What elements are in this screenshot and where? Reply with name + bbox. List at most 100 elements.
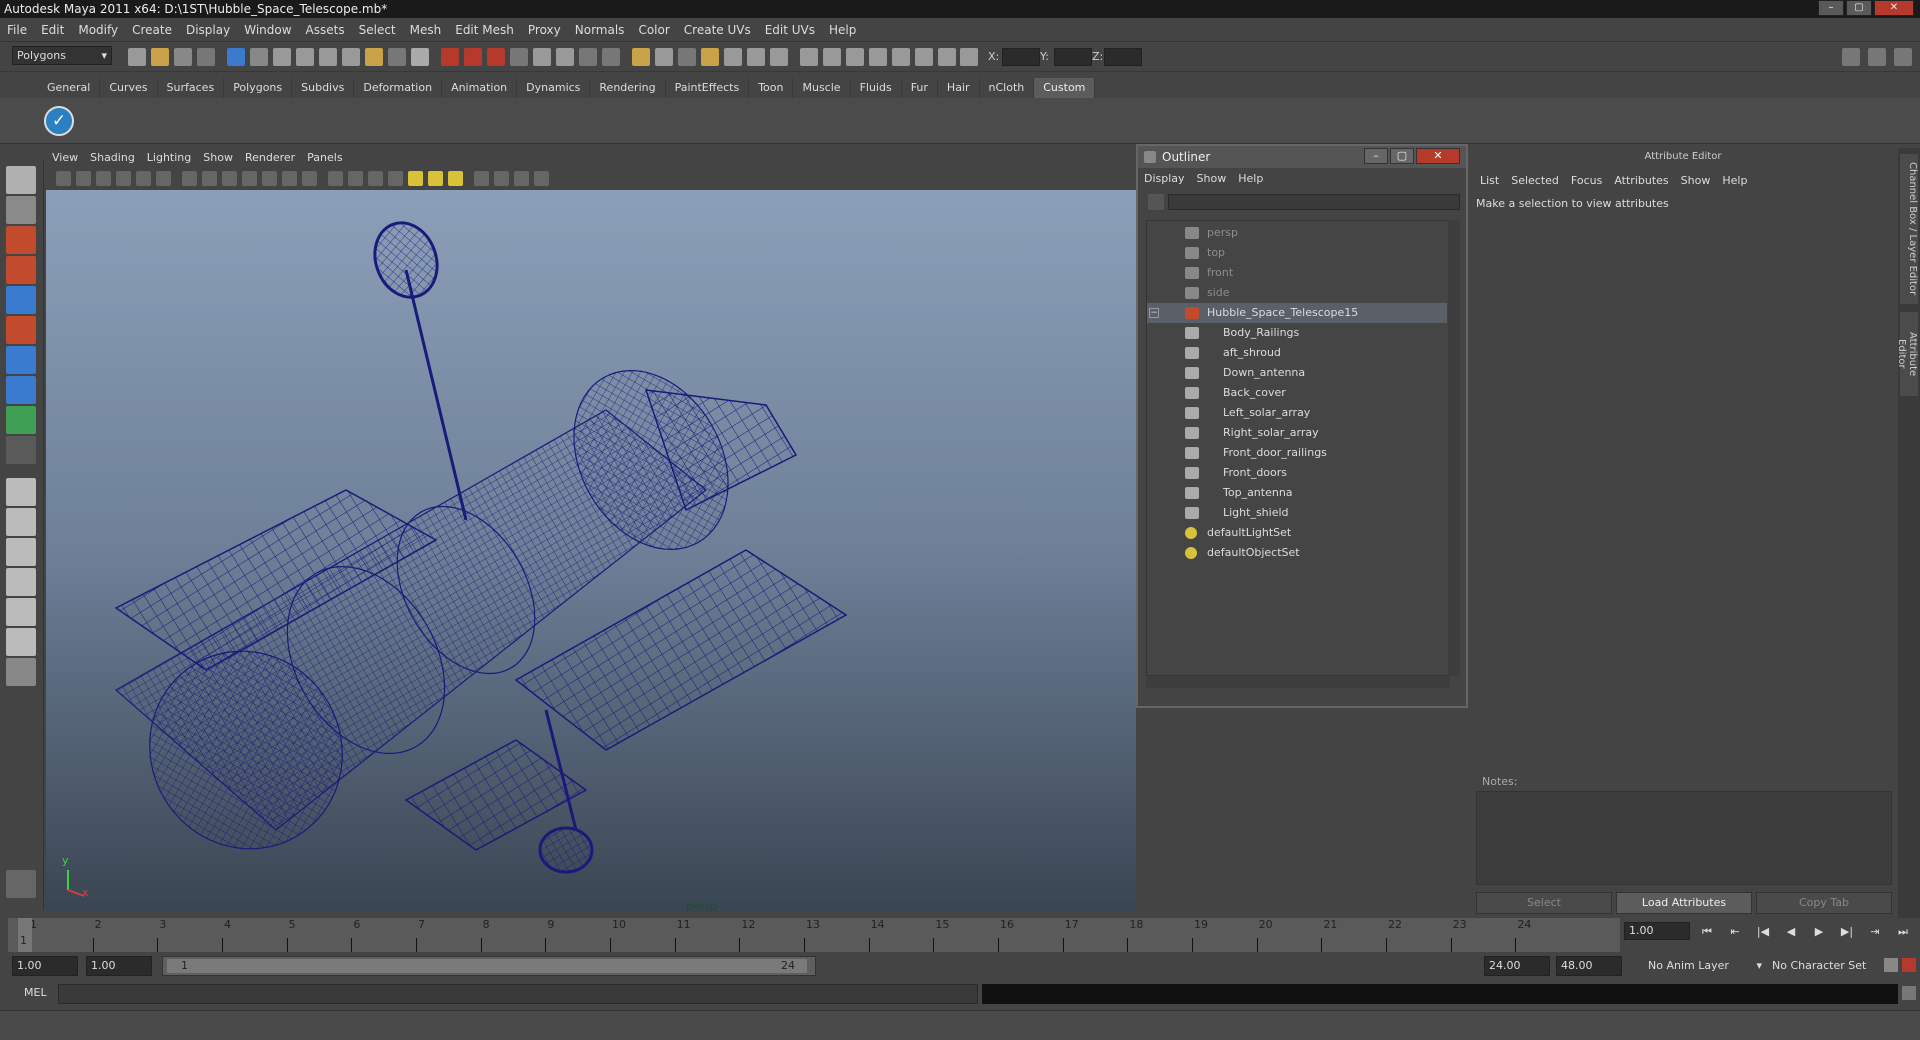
- outliner-item[interactable]: Back_cover: [1147, 383, 1447, 403]
- collapse-icon[interactable]: −: [1149, 308, 1159, 318]
- outliner-vertical-scrollbar[interactable]: [1448, 220, 1460, 676]
- attribute-menu-help[interactable]: Help: [1716, 172, 1753, 190]
- select-object-icon[interactable]: [227, 48, 245, 66]
- shelf-tab-surfaces[interactable]: Surfaces: [158, 78, 225, 98]
- viewport-menu-shading[interactable]: Shading: [84, 148, 141, 168]
- animation-preferences-icon[interactable]: [1902, 958, 1916, 972]
- load-attributes-button[interactable]: Load Attributes: [1616, 892, 1752, 914]
- shadows-icon[interactable]: [448, 171, 463, 186]
- select-hierarchy-icon[interactable]: [197, 48, 215, 66]
- x-input[interactable]: [1002, 48, 1040, 66]
- viewport-menu-renderer[interactable]: Renderer: [239, 148, 301, 168]
- menu-assets[interactable]: Assets: [299, 18, 352, 42]
- shelf-tab-general[interactable]: General: [38, 78, 101, 98]
- outliner-search-input[interactable]: [1168, 194, 1460, 210]
- paint-select-tool-icon[interactable]: [6, 226, 36, 254]
- hypershade-layout-icon[interactable]: [6, 598, 36, 626]
- play-forwards-icon[interactable]: ▶: [1810, 924, 1828, 940]
- channel-box-tab[interactable]: Channel Box / Layer Editor: [1900, 154, 1918, 304]
- render-icon[interactable]: [441, 48, 459, 66]
- step-forward-key-icon[interactable]: ⇥: [1866, 924, 1884, 940]
- outliner-item[interactable]: defaultLightSet: [1147, 523, 1447, 543]
- wire-icon[interactable]: [915, 48, 933, 66]
- attribute-menu-list[interactable]: List: [1474, 172, 1505, 190]
- minimize-icon[interactable]: –: [1818, 0, 1844, 16]
- resolution-gate-icon[interactable]: [222, 171, 237, 186]
- grid-icon[interactable]: [846, 48, 864, 66]
- attribute-menu-attributes[interactable]: Attributes: [1608, 172, 1674, 190]
- outliner-titlebar[interactable]: Outliner – ▢ ✕: [1138, 146, 1466, 168]
- make-live-icon[interactable]: [365, 48, 383, 66]
- menu-color[interactable]: Color: [631, 18, 676, 42]
- menu-create-uvs[interactable]: Create UVs: [677, 18, 758, 42]
- safe-title-icon[interactable]: [302, 171, 317, 186]
- soft-mod-icon[interactable]: [6, 376, 36, 404]
- select-camera-icon[interactable]: [56, 171, 71, 186]
- help-icon[interactable]: [411, 48, 429, 66]
- key-icon[interactable]: [1884, 958, 1898, 972]
- select-tool-icon[interactable]: [6, 166, 36, 194]
- shadow-icon[interactable]: [960, 48, 978, 66]
- bounding-box-icon[interactable]: [388, 171, 403, 186]
- snap-view-plane-icon[interactable]: [342, 48, 360, 66]
- single-view-layout-icon[interactable]: [6, 478, 36, 506]
- new-scene-icon[interactable]: [128, 48, 146, 66]
- select-button[interactable]: Select: [1476, 892, 1612, 914]
- shelf-tab-painteffects[interactable]: PaintEffects: [666, 78, 750, 98]
- viewport-menu-panels[interactable]: Panels: [301, 148, 348, 168]
- outliner-item[interactable]: Body_Railings: [1147, 323, 1447, 343]
- input-ops-icon[interactable]: [533, 48, 551, 66]
- universal-manipulator-icon[interactable]: [6, 346, 36, 374]
- xray-joints-icon[interactable]: [514, 171, 529, 186]
- outliner-item[interactable]: defaultObjectSet: [1147, 543, 1447, 563]
- lock-icon[interactable]: [632, 48, 650, 66]
- outliner-item[interactable]: aft_shroud: [1147, 343, 1447, 363]
- ortho-icon[interactable]: [800, 48, 818, 66]
- custom-layout-icon[interactable]: [6, 658, 36, 686]
- outliner-item[interactable]: Front_door_railings: [1147, 443, 1447, 463]
- outliner-item[interactable]: Top_antenna: [1147, 483, 1447, 503]
- save-scene-icon[interactable]: [174, 48, 192, 66]
- outliner-maximize-icon[interactable]: ▢: [1390, 148, 1414, 164]
- menu-help[interactable]: Help: [822, 18, 863, 42]
- outliner-minimize-icon[interactable]: –: [1364, 148, 1388, 164]
- quick-layout-icon[interactable]: [6, 870, 36, 898]
- go-to-start-icon[interactable]: ⏮: [1698, 924, 1716, 940]
- mel-label[interactable]: MEL: [24, 986, 47, 999]
- attribute-menu-focus[interactable]: Focus: [1565, 172, 1608, 190]
- bookmark-icon[interactable]: [116, 171, 131, 186]
- character-set-dropdown[interactable]: No Character Set: [1772, 956, 1882, 976]
- shelf-tab-custom[interactable]: Custom: [1034, 78, 1096, 98]
- history-icon[interactable]: [388, 48, 406, 66]
- toggle-channel-box-icon[interactable]: [1868, 48, 1886, 66]
- perspective-viewport[interactable]: y x: [46, 190, 1136, 912]
- ipr-icon[interactable]: [464, 48, 482, 66]
- menu-set-dropdown[interactable]: Polygons ▾: [12, 46, 112, 65]
- outliner-item[interactable]: Down_antenna: [1147, 363, 1447, 383]
- attribute-editor-tab[interactable]: Attribute Editor: [1896, 312, 1918, 396]
- use-default-light-icon[interactable]: [408, 171, 423, 186]
- uv-editor-layout-icon[interactable]: [6, 628, 36, 656]
- outliner-item[interactable]: Front_doors: [1147, 463, 1447, 483]
- magnet-icon[interactable]: [701, 48, 719, 66]
- playback-start-field[interactable]: 1.00: [86, 956, 152, 976]
- shelf-tab-hair[interactable]: Hair: [938, 78, 980, 98]
- xray-icon[interactable]: [494, 171, 509, 186]
- playback-end-field[interactable]: 24.00: [1484, 956, 1550, 976]
- shelf-tab-curves[interactable]: Curves: [100, 78, 158, 98]
- menu-edit-mesh[interactable]: Edit Mesh: [448, 18, 521, 42]
- attribute-icon[interactable]: [823, 48, 841, 66]
- shelf-tab-subdivs[interactable]: Subdivs: [292, 78, 355, 98]
- go-to-end-icon[interactable]: ⏭: [1894, 924, 1912, 940]
- shelf-tab-deformation[interactable]: Deformation: [354, 78, 443, 98]
- camera-attributes-icon[interactable]: [96, 171, 111, 186]
- menu-create[interactable]: Create: [125, 18, 179, 42]
- anim-layer-dropdown[interactable]: No Anim Layer ▾: [1648, 956, 1766, 976]
- outliner-item[interactable]: front: [1147, 263, 1447, 283]
- outliner-item[interactable]: Left_solar_array: [1147, 403, 1447, 423]
- end-time-field[interactable]: 48.00: [1556, 956, 1622, 976]
- menu-display[interactable]: Display: [179, 18, 237, 42]
- menu-modify[interactable]: Modify: [71, 18, 125, 42]
- outliner-item[interactable]: persp: [1147, 223, 1447, 243]
- gate-mask-icon[interactable]: [242, 171, 257, 186]
